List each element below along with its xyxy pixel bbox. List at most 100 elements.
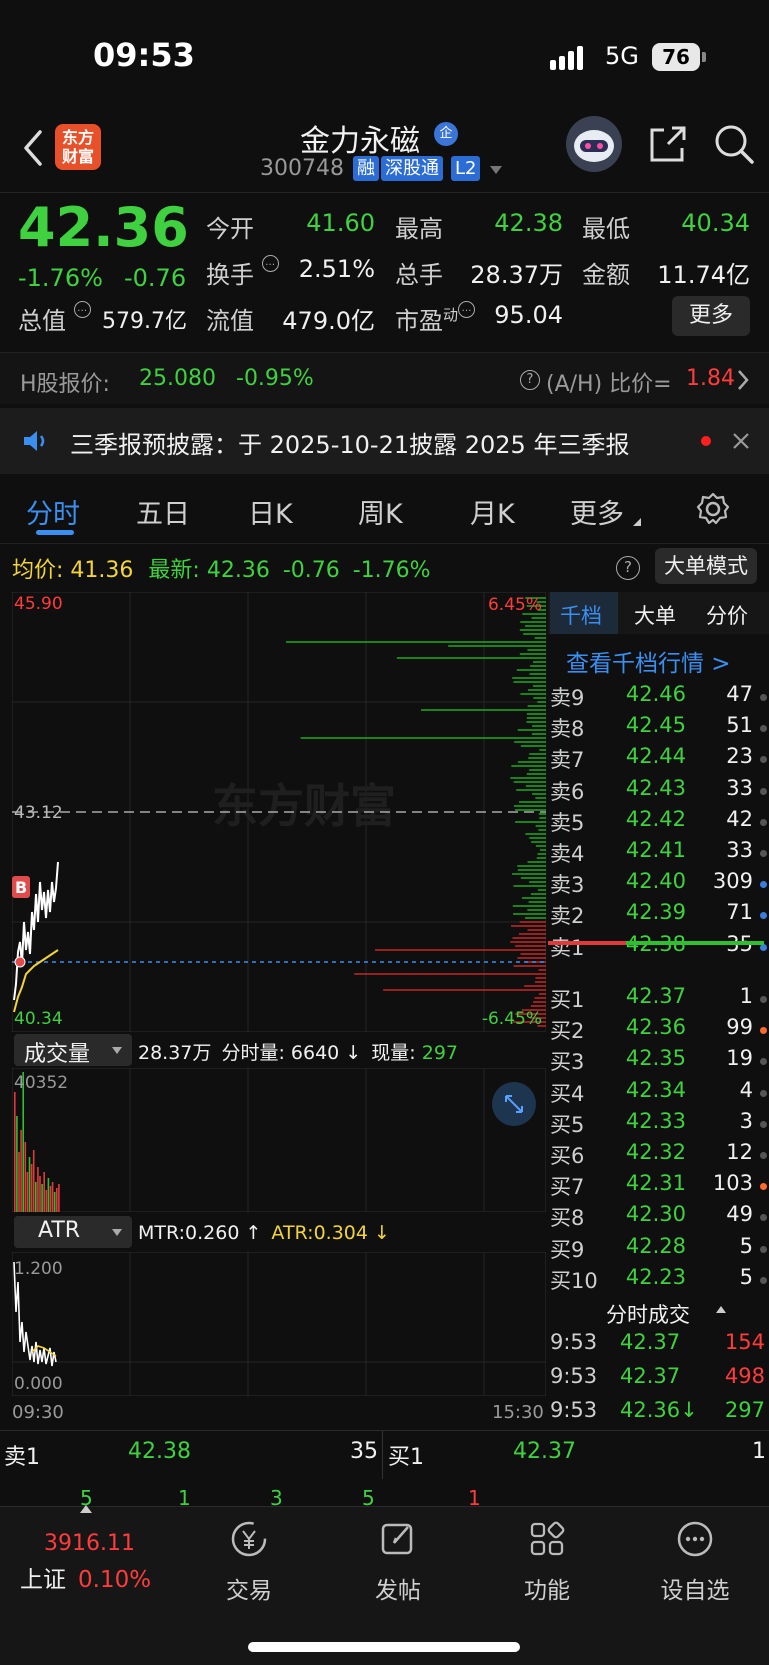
ask-row[interactable]: 卖6 42.43 33 <box>548 776 769 807</box>
volume-stats: 28.37万 分时量: 6640 ↓ 现量: 297 <box>138 1038 458 1065</box>
tab-big-orders[interactable]: 大单 <box>634 600 676 630</box>
low-label: 最低 <box>582 215 630 243</box>
share-icon[interactable] <box>646 122 690 166</box>
bid-row[interactable]: 买2 42.36 99 <box>548 1015 769 1046</box>
bid-row[interactable]: 买6 42.32 12 <box>548 1140 769 1171</box>
bid-vol: 4 <box>739 1077 753 1102</box>
turnover-label-text: 换手 <box>206 261 254 289</box>
bid-dot <box>760 1214 767 1222</box>
intraday-price-chart[interactable]: 东方财富 B 45.90 43.12 40.34 6.45% -6.45% <box>12 592 546 1032</box>
nav-add-watchlist[interactable]: 设自选 <box>640 1519 750 1605</box>
ask-level: 卖8 <box>550 717 585 742</box>
ask-row[interactable]: 卖142.3835 <box>548 932 769 963</box>
volume-max-label: 40352 <box>14 1073 68 1093</box>
nav-add-watchlist-label: 设自选 <box>660 1578 730 1604</box>
amount-label: 金额 <box>582 261 630 289</box>
bottom-sell-vol: 35 <box>350 1439 378 1464</box>
sub-value: 3 <box>270 1486 283 1506</box>
help-icon[interactable]: ? <box>520 370 540 390</box>
mktcap-label: 总值 … <box>18 301 91 336</box>
ask-level: 卖5 <box>550 810 585 835</box>
tab-thousand-depth[interactable]: 千档 <box>560 600 602 630</box>
bid-vol: 12 <box>726 1140 753 1164</box>
bid-row[interactable]: 买9 42.28 5 <box>548 1234 769 1265</box>
index-ticker[interactable]: 3916.11 上证 0.10% <box>20 1531 180 1594</box>
ask-level: 卖3 <box>550 873 585 898</box>
bid-row[interactable]: 买8 42.30 49 <box>548 1202 769 1233</box>
info-icon[interactable]: … <box>458 301 476 318</box>
bid-row[interactable]: 买10 42.23 5 <box>548 1265 769 1296</box>
volume-bar <box>56 1188 58 1212</box>
ask-dot <box>760 818 767 826</box>
bid-row[interactable]: 买3 42.35 19 <box>548 1046 769 1077</box>
ask-vol: 309 <box>712 869 753 894</box>
ask-row[interactable]: 卖4 42.41 33 <box>548 838 769 869</box>
tick-time: 9:53 <box>550 1330 598 1354</box>
ask-row[interactable]: 卖5 42.42 42 <box>548 807 769 838</box>
bid-price: 42.34 <box>625 1077 686 1102</box>
bid-row[interactable]: 买7 42.31 103 <box>548 1171 769 1202</box>
tab-daily[interactable]: 日K <box>248 492 293 531</box>
info-icon[interactable]: … <box>261 255 279 272</box>
h-share-bar[interactable]: H股报价: 25.080 -0.95% ? (A/H) 比价= 1.84 <box>0 352 769 404</box>
volume-bar <box>24 1142 27 1212</box>
view-depth-link[interactable]: 查看千档行情 > <box>566 644 731 678</box>
bottom-buy-label: 买1 <box>388 1445 424 1470</box>
tab-price-distribution[interactable]: 分价 <box>706 600 748 630</box>
bid-price: 42.32 <box>625 1140 686 1164</box>
tab-monthly[interactable]: 月K <box>470 492 515 531</box>
bid-level: 买4 <box>550 1081 585 1106</box>
ask-row[interactable]: 卖7 42.44 23 <box>548 744 769 775</box>
dropdown-icon[interactable] <box>490 166 502 174</box>
ask-dot <box>760 881 767 889</box>
turnover-label: 换手 … <box>206 255 279 290</box>
atr-indicator-select[interactable]: ATR <box>14 1216 132 1248</box>
change-percent: -1.76% <box>18 264 103 292</box>
bid-vol: 99 <box>726 1015 753 1040</box>
settings-gear-icon[interactable] <box>696 492 730 526</box>
close-icon[interactable] <box>732 432 750 450</box>
tab-intraday[interactable]: 分时 <box>26 492 80 531</box>
help-icon[interactable]: ? <box>616 556 640 580</box>
ask-row[interactable]: 卖2 42.39 71 <box>548 900 769 931</box>
bid-row[interactable]: 买1 42.37 1 <box>548 984 769 1015</box>
tick-price: 42.36↓ <box>620 1398 698 1422</box>
bid-row[interactable]: 买5 42.33 3 <box>548 1109 769 1140</box>
tab-weekly[interactable]: 周K <box>358 492 403 531</box>
divider <box>0 192 769 193</box>
bid-level: 买2 <box>550 1019 585 1044</box>
info-icon[interactable]: … <box>73 301 91 318</box>
more-button[interactable]: 更多 <box>672 296 750 336</box>
tick-row: 9:53 42.36↓ 297 <box>548 1398 769 1429</box>
bid-row[interactable]: 买4 42.34 4 <box>548 1078 769 1109</box>
sub-value: 1 <box>178 1486 191 1506</box>
bid-price: 42.31 <box>625 1171 686 1196</box>
volume-bar <box>16 1116 18 1212</box>
bid-vol: 3 <box>739 1108 753 1133</box>
bid-level: 买8 <box>550 1206 585 1231</box>
atr-chart: 1.200 0.000 <box>12 1252 546 1396</box>
nav-post[interactable]: 发帖 <box>343 1519 453 1605</box>
ask-row[interactable]: 卖8 42.45 51 <box>548 713 769 744</box>
notice-bar[interactable]: 三季报预披露：于 2025-10-21披露 2025 年三季报 <box>0 408 769 474</box>
bid-dot <box>760 1245 767 1253</box>
stock-name: 金力永磁 <box>300 124 420 159</box>
back-icon[interactable] <box>18 128 48 168</box>
nav-functions[interactable]: 功能 <box>492 1519 602 1605</box>
tab-five-day[interactable]: 五日 <box>136 492 190 531</box>
nav-trade[interactable]: 交易 <box>194 1519 304 1605</box>
tab-more[interactable]: 更多 <box>570 492 624 531</box>
mktcap-value: 579.7亿 <box>102 309 187 334</box>
search-icon[interactable] <box>712 122 756 166</box>
big-order-mode-button[interactable]: 大单模式 <box>655 548 757 584</box>
assistant-avatar[interactable] <box>566 116 622 172</box>
bid-level: 买6 <box>550 1144 585 1168</box>
ask-row[interactable]: 卖9 42.46 47 <box>548 682 769 713</box>
volume-bar <box>51 1182 54 1212</box>
pe-label-text: 市盈 <box>395 307 443 335</box>
volume-indicator-select[interactable]: 成交量 <box>14 1034 132 1067</box>
ask-row[interactable]: 卖3 42.40 309 <box>548 869 769 900</box>
volume-bar <box>18 1152 20 1212</box>
ask-dot <box>760 694 767 701</box>
tick-trades-header[interactable]: 分时成交 <box>548 1296 769 1330</box>
